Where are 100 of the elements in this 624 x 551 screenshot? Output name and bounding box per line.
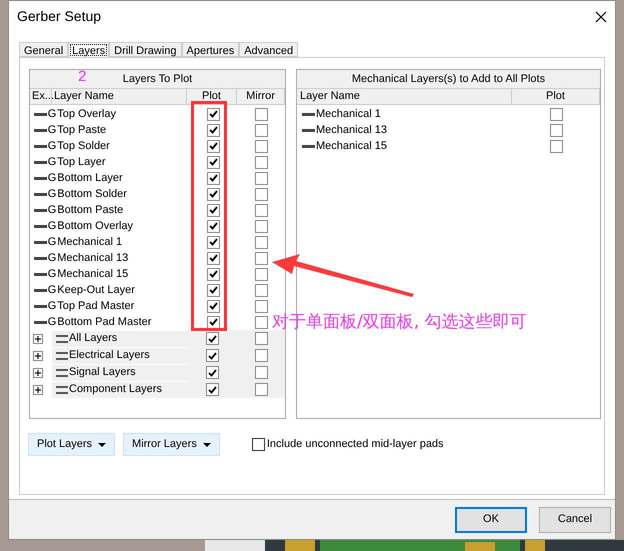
layer-marker: G [48, 154, 56, 170]
layer-name: Bottom Pad Master [57, 314, 152, 330]
expand-icon[interactable] [33, 384, 43, 394]
layer-name: Top Paste [57, 122, 106, 138]
layer-name: Mechanical 1 [316, 106, 381, 122]
checkbox[interactable] [254, 252, 268, 264]
layer-marker: G [48, 298, 56, 314]
group-icon [56, 334, 68, 342]
close-icon[interactable] [595, 10, 607, 22]
checkbox[interactable] [206, 383, 218, 396]
checkbox[interactable] [206, 300, 220, 312]
layer-name: Bottom Overlay [57, 218, 134, 234]
column-header: Plot [187, 89, 237, 104]
dropdown-button[interactable]: Mirror Layers [123, 433, 220, 456]
checkbox[interactable] [206, 252, 220, 264]
checkbox[interactable] [206, 172, 220, 184]
group-name: Component Layers [69, 382, 162, 398]
layer-marker: G [48, 282, 56, 298]
checkbox[interactable] [254, 220, 268, 232]
checkbox[interactable] [206, 268, 220, 280]
column-header: Layer Name [52, 89, 187, 104]
checkbox[interactable] [254, 332, 268, 345]
annotation-text: 对于单面板/双面板, 勾选这些即可 [272, 311, 527, 334]
layer-name: Mechanical 1 [57, 234, 122, 250]
caret-icon [98, 442, 106, 446]
checkbox[interactable] [206, 349, 218, 362]
checkbox[interactable] [206, 140, 220, 152]
layer-name: Top Overlay [57, 106, 116, 122]
expand-icon[interactable] [33, 334, 43, 344]
checkbox[interactable] [206, 332, 218, 345]
checkbox[interactable] [206, 236, 220, 248]
checkbox[interactable] [206, 156, 220, 168]
layer-name: Top Layer [57, 154, 106, 170]
layer-name: Top Pad Master [57, 298, 134, 314]
checkbox[interactable] [254, 316, 268, 328]
tab[interactable]: Apertures [182, 42, 240, 57]
layer-marker: G [48, 202, 56, 218]
checkbox[interactable] [550, 140, 562, 152]
dialog-button[interactable]: OK [455, 506, 527, 532]
layer-name: Bottom Solder [57, 186, 127, 202]
tab[interactable]: Layers [68, 42, 110, 58]
layer-marker: G [48, 218, 56, 234]
tab[interactable]: Advanced [239, 42, 298, 57]
checkbox[interactable] [254, 204, 268, 216]
expand-icon[interactable] [33, 350, 43, 360]
checkbox[interactable] [254, 366, 268, 379]
checkbox[interactable] [254, 188, 268, 200]
group-icon [56, 352, 68, 360]
checkbox[interactable] [254, 383, 268, 396]
checkbox[interactable] [254, 284, 268, 296]
group-name: Signal Layers [69, 365, 136, 380]
layer-marker: G [48, 250, 56, 266]
checkbox[interactable] [206, 316, 220, 328]
layer-marker: G [48, 138, 56, 154]
checkbox[interactable] [254, 236, 268, 248]
dropdown-button[interactable]: Plot Layers [28, 433, 116, 456]
checkbox[interactable] [254, 172, 268, 184]
arrow-icon [270, 252, 416, 298]
checkbox[interactable] [254, 108, 268, 120]
group-icon [56, 386, 68, 394]
layer-marker: G [48, 266, 56, 282]
layer-name: Top Solder [57, 138, 110, 154]
checkbox[interactable] [254, 124, 268, 136]
layer-name: Bottom Layer [57, 170, 123, 186]
layer-name: Mechanical 13 [57, 250, 128, 266]
panel-title: Layers To Plot [122, 72, 192, 87]
expand-icon[interactable] [33, 368, 43, 378]
layer-name: Mechanical 15 [316, 138, 387, 154]
checkbox[interactable] [252, 438, 265, 451]
checkbox[interactable] [254, 140, 268, 152]
column-header: Ex... [30, 89, 52, 104]
checkbox[interactable] [206, 284, 220, 296]
checkbox[interactable] [206, 220, 220, 232]
checkbox[interactable] [206, 108, 220, 120]
layer-name: Bottom Paste [57, 202, 124, 218]
column-header: Plot [512, 89, 600, 104]
tab[interactable]: Drill Drawing [109, 42, 182, 57]
caret-icon [202, 442, 211, 446]
checkbox[interactable] [206, 188, 220, 200]
layer-marker: G [48, 314, 56, 330]
panel-title: Mechanical Layers(s) to Add to All Plots [352, 72, 546, 87]
tab[interactable]: General [19, 42, 68, 57]
step-number: 2 [78, 67, 86, 87]
checkbox[interactable] [206, 204, 220, 216]
layer-marker: G [48, 234, 56, 250]
group-icon [56, 368, 68, 376]
dialog-button[interactable]: Cancel [539, 506, 611, 532]
layer-marker: G [48, 106, 56, 122]
checkbox[interactable] [550, 108, 562, 120]
checkbox[interactable] [550, 124, 562, 136]
checkbox[interactable] [206, 366, 218, 379]
checkbox[interactable] [254, 268, 268, 280]
checkbox[interactable] [254, 349, 268, 362]
checkbox-label: Include unconnected mid-layer pads [266, 437, 444, 452]
checkbox[interactable] [254, 156, 268, 168]
layer-marker: G [48, 186, 56, 202]
group-name: Electrical Layers [69, 348, 150, 364]
column-header: Mirror [237, 89, 285, 104]
checkbox[interactable] [254, 300, 268, 312]
checkbox[interactable] [206, 124, 220, 136]
